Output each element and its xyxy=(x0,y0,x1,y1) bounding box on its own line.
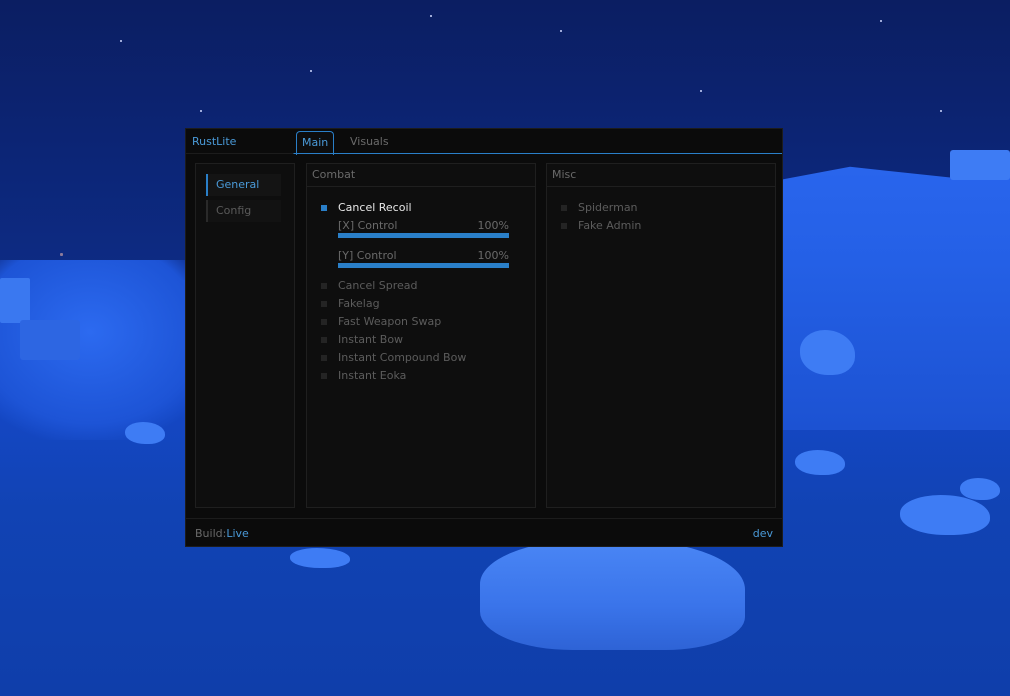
slider-label: [X] Control xyxy=(338,219,398,232)
option-label: Cancel Spread xyxy=(338,279,418,292)
checkbox-indicator xyxy=(561,205,567,211)
slider-track xyxy=(338,263,509,268)
star xyxy=(560,30,562,32)
combat-group: Combat Cancel Recoil [X] Control 100% [Y… xyxy=(306,163,536,508)
star xyxy=(200,110,202,112)
slider-fill xyxy=(338,263,509,268)
option-label: Instant Compound Bow xyxy=(338,351,467,364)
checkbox-indicator xyxy=(321,355,327,361)
slider-fill xyxy=(338,233,509,238)
build-info: Build:Live xyxy=(195,527,249,540)
rock xyxy=(795,450,845,475)
sidebar-nav: General Config xyxy=(195,163,295,508)
menu-brand: RustLite xyxy=(192,135,237,148)
slider-value: 100% xyxy=(477,219,509,232)
rock xyxy=(290,548,350,568)
hill xyxy=(760,158,1010,430)
checkbox-indicator xyxy=(321,205,327,211)
rock xyxy=(0,278,30,323)
misc-group: Misc Spiderman Fake Admin xyxy=(546,163,776,508)
dev-label: dev xyxy=(752,527,773,540)
option-label: Cancel Recoil xyxy=(338,201,412,214)
rock xyxy=(900,495,990,535)
rock xyxy=(125,422,165,444)
large-rock xyxy=(480,540,745,650)
option-label: Spiderman xyxy=(578,201,638,214)
checkbox-indicator xyxy=(321,373,327,379)
star xyxy=(940,110,942,112)
option-label: Instant Eoka xyxy=(338,369,407,382)
star xyxy=(310,70,312,72)
misc-group-title: Misc xyxy=(547,164,775,187)
option-label: Fast Weapon Swap xyxy=(338,315,442,328)
star xyxy=(60,253,63,256)
rock xyxy=(950,150,1010,180)
tab-visuals[interactable]: Visuals xyxy=(345,131,394,153)
footer-divider xyxy=(186,518,782,519)
menu-window: RustLite Main Visuals General Config Com… xyxy=(185,128,783,547)
tab-main[interactable]: Main xyxy=(296,131,335,155)
checkbox-indicator xyxy=(321,337,327,343)
build-label: Build: xyxy=(195,527,227,540)
y-control-slider[interactable]: [Y] Control 100% xyxy=(338,249,509,271)
option-label: Instant Bow xyxy=(338,333,404,346)
nav-item-general[interactable]: General xyxy=(206,174,281,196)
star xyxy=(120,40,122,42)
star xyxy=(430,15,432,17)
checkbox-indicator xyxy=(321,283,327,289)
checkbox-indicator xyxy=(321,301,327,307)
structure xyxy=(20,320,80,360)
star xyxy=(700,90,702,92)
slider-track xyxy=(338,233,509,238)
checkbox-indicator xyxy=(321,319,327,325)
slider-label: [Y] Control xyxy=(338,249,397,262)
star xyxy=(880,20,882,22)
build-value: Live xyxy=(226,527,249,540)
slider-value: 100% xyxy=(477,249,509,262)
option-label: Fakelag xyxy=(338,297,380,310)
combat-group-title: Combat xyxy=(307,164,535,187)
tab-divider xyxy=(186,153,782,154)
x-control-slider[interactable]: [X] Control 100% xyxy=(338,219,509,241)
rock xyxy=(960,478,1000,500)
checkbox-indicator xyxy=(561,223,567,229)
nav-item-config[interactable]: Config xyxy=(206,200,281,222)
option-label: Fake Admin xyxy=(578,219,642,232)
